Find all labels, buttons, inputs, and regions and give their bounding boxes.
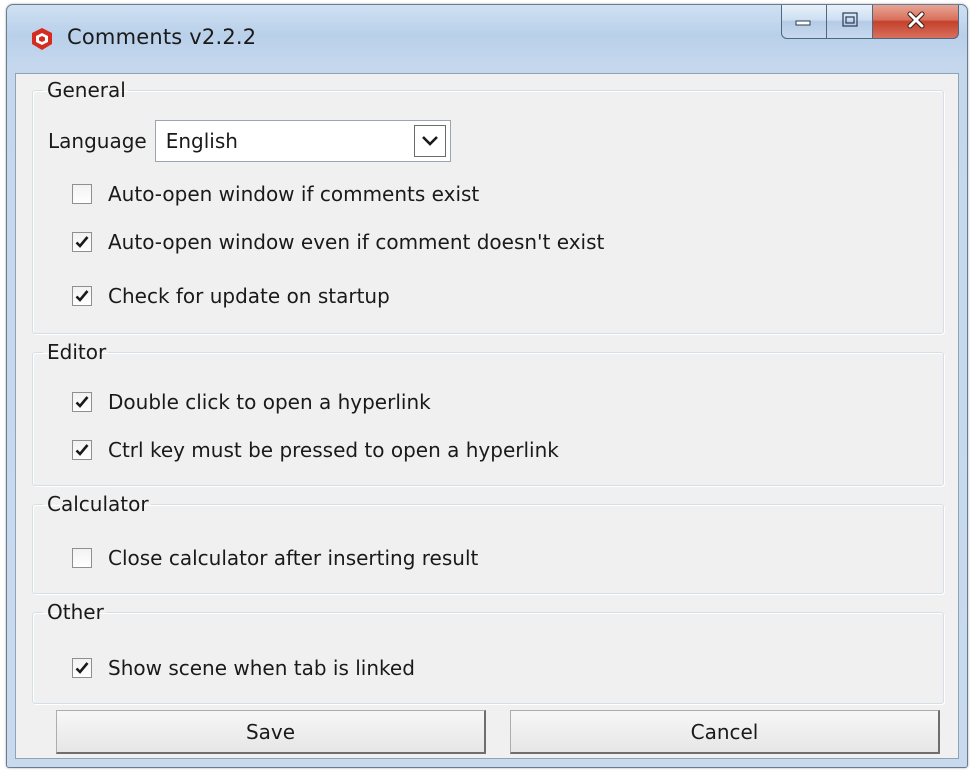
checkbox-label: Auto-open window if comments exist [108, 182, 480, 206]
checkmark-icon [75, 290, 89, 302]
minimize-icon [794, 12, 814, 31]
caption-buttons [781, 5, 959, 41]
editor-legend: Editor [47, 340, 107, 364]
maximize-button[interactable] [827, 5, 873, 39]
language-dropdown-button[interactable] [413, 125, 446, 157]
close-button[interactable] [873, 5, 959, 39]
option-close-calculator[interactable]: Close calculator after inserting result [72, 546, 478, 570]
sketchup-icon [29, 27, 55, 51]
option-double-click[interactable]: Double click to open a hyperlink [72, 390, 431, 414]
checkmark-icon [75, 662, 89, 674]
comments-window: Comments v2.2.2 General Language English… [6, 4, 968, 768]
dialog-client-area: General Language English Auto-open windo… [15, 73, 959, 759]
checkbox-auto-open-if-exist[interactable] [72, 184, 92, 204]
close-icon [905, 11, 927, 33]
checkbox-label: Check for update on startup [108, 284, 390, 308]
other-legend: Other [47, 600, 104, 624]
checkmark-icon [75, 444, 89, 456]
other-group: Other [32, 600, 944, 704]
checkmark-icon [75, 396, 89, 408]
checkbox-label: Show scene when tab is linked [108, 656, 415, 680]
language-row: Language English [48, 120, 451, 162]
checkmark-icon [75, 236, 89, 248]
option-auto-open-always[interactable]: Auto-open window even if comment doesn't… [72, 230, 604, 254]
window-title: Comments v2.2.2 [67, 25, 257, 49]
save-button[interactable]: Save [56, 710, 486, 754]
language-select[interactable]: English [154, 120, 451, 162]
calculator-group: Calculator [32, 492, 944, 594]
option-show-scene[interactable]: Show scene when tab is linked [72, 656, 415, 680]
checkbox-label: Close calculator after inserting result [108, 546, 479, 570]
option-ctrl-key[interactable]: Ctrl key must be pressed to open a hyper… [72, 438, 559, 462]
chevron-down-icon [421, 132, 439, 151]
calculator-legend: Calculator [47, 492, 149, 516]
checkbox-label: Auto-open window even if comment doesn't… [108, 230, 605, 254]
title-bar[interactable]: Comments v2.2.2 [7, 5, 967, 73]
checkbox-close-calculator[interactable] [72, 548, 92, 568]
checkbox-check-update[interactable] [72, 286, 92, 306]
language-value: English [165, 129, 238, 153]
checkbox-double-click[interactable] [72, 392, 92, 412]
checkbox-label: Double click to open a hyperlink [108, 390, 431, 414]
option-check-update[interactable]: Check for update on startup [72, 284, 390, 308]
checkbox-ctrl-key[interactable] [72, 440, 92, 460]
cancel-button[interactable]: Cancel [510, 710, 940, 754]
option-auto-open-if-exist[interactable]: Auto-open window if comments exist [72, 182, 479, 206]
checkbox-auto-open-always[interactable] [72, 232, 92, 252]
checkbox-show-scene[interactable] [72, 658, 92, 678]
language-label: Language [48, 129, 147, 153]
maximize-icon [840, 11, 860, 33]
checkbox-label: Ctrl key must be pressed to open a hyper… [108, 438, 559, 462]
minimize-button[interactable] [781, 5, 827, 39]
general-legend: General [47, 78, 126, 102]
